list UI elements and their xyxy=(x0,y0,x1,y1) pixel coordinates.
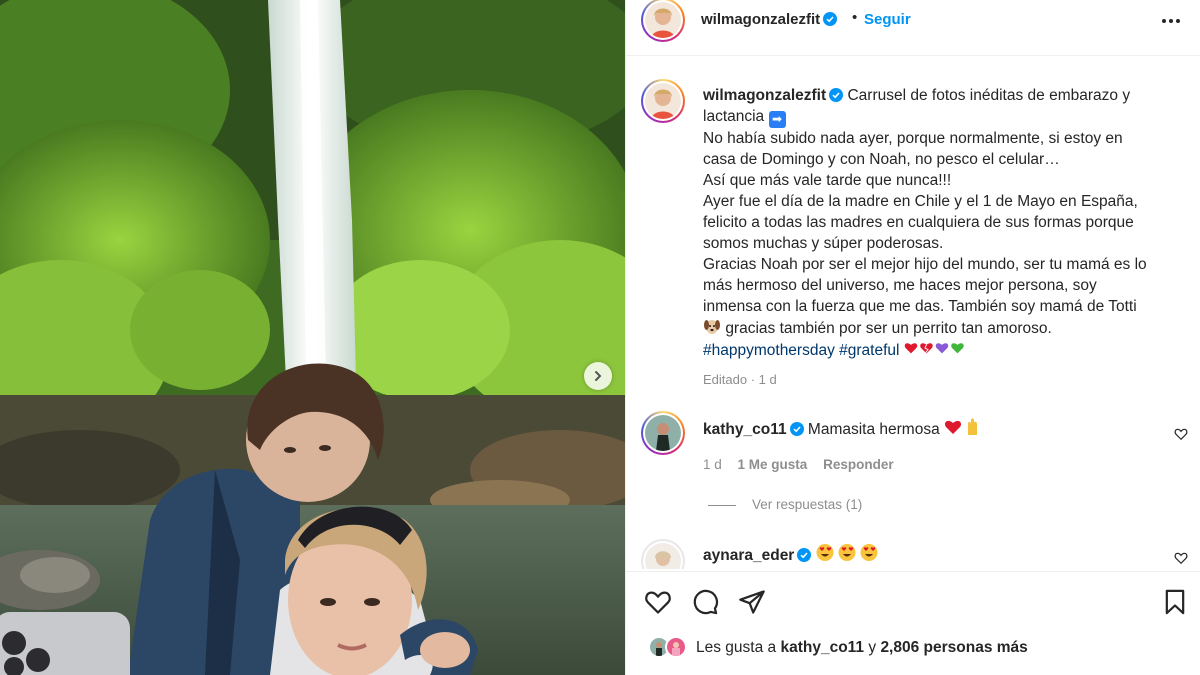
post-header: wilmagonzalezfit • Seguir xyxy=(626,0,1200,56)
avatar-image xyxy=(645,543,681,569)
next-photo-button[interactable] xyxy=(584,362,612,390)
caption-author-avatar[interactable] xyxy=(641,79,685,123)
dog-face-emoji-icon xyxy=(704,320,720,334)
comment-time: 1 d xyxy=(703,457,722,472)
next-arrow-icon xyxy=(595,371,602,381)
post-photo xyxy=(0,0,625,675)
comment-text: Mamasita hermosa xyxy=(807,421,940,438)
comment-reply-button[interactable]: Responder xyxy=(823,457,894,472)
likes-summary: Les gusta a kathy_co11 y 2,806 personas … xyxy=(696,639,1028,657)
right-arrow-emoji-icon: ➡ xyxy=(768,111,786,128)
verified-icon xyxy=(829,88,844,102)
heart-hands-emoji-icon xyxy=(944,418,978,435)
likes-others[interactable]: 2,806 personas más xyxy=(880,639,1027,656)
view-replies-label[interactable]: Ver respuestas (1) xyxy=(752,497,862,512)
author-avatar[interactable] xyxy=(641,0,685,42)
caption-line-6: gracias también por ser un perrito tan a… xyxy=(725,320,1052,337)
photo-illustration xyxy=(0,0,625,675)
hearts-emoji-icon xyxy=(904,343,964,354)
comment-body: aynara_eder xyxy=(703,543,880,565)
post-side-panel: wilmagonzalezfit • Seguir wilmagonzalezf… xyxy=(625,0,1200,675)
liked-by-avatars xyxy=(648,636,690,660)
post-caption: wilmagonzalezfit Carrusel de fotos inédi… xyxy=(703,85,1153,361)
follow-button[interactable]: Seguir xyxy=(864,11,911,28)
liker-avatar[interactable] xyxy=(665,636,687,658)
comment-avatar[interactable] xyxy=(641,411,685,455)
avatar-image xyxy=(645,83,681,119)
more-options-button[interactable] xyxy=(1160,10,1182,38)
comment-avatar[interactable] xyxy=(641,539,685,569)
caption-line-3: Así que más vale tarde que nunca!!! xyxy=(703,172,952,189)
verified-icon xyxy=(797,548,812,562)
comment-like-count[interactable]: 1 Me gusta xyxy=(738,457,808,472)
caption-line-4: Ayer fue el día de la madre en Chile y e… xyxy=(703,193,1138,252)
replies-divider xyxy=(708,504,736,506)
heart-icon[interactable] xyxy=(644,588,672,616)
avatar-image xyxy=(645,415,681,451)
comment-meta: 1 d 1 Me gusta Responder xyxy=(703,457,906,472)
comment-username[interactable]: kathy_co11 xyxy=(703,421,787,438)
comment-icon[interactable] xyxy=(691,588,719,616)
comment-like-heart-icon[interactable] xyxy=(1174,551,1188,565)
likes-conj: y xyxy=(868,639,877,656)
verified-icon xyxy=(823,12,838,26)
hashtag-happymothersday[interactable]: #happymothersday xyxy=(703,342,835,359)
more-icon xyxy=(1162,19,1180,23)
hashtag-grateful[interactable]: #grateful xyxy=(839,342,899,359)
share-icon[interactable] xyxy=(738,588,766,616)
author-username-text[interactable]: wilmagonzalezfit xyxy=(701,11,820,28)
comment-body: kathy_co11 Mamasita hermosa xyxy=(703,418,984,439)
header-separator: • xyxy=(852,9,858,26)
avatar-image xyxy=(672,642,680,656)
likes-user[interactable]: kathy_co11 xyxy=(780,639,864,656)
avatar-image xyxy=(645,2,681,38)
post-actions: Les gusta a kathy_co11 y 2,806 personas … xyxy=(626,571,1200,675)
caption-line-5: Gracias Noah por ser el mejor hijo del m… xyxy=(703,256,1147,315)
caption-username[interactable]: wilmagonzalezfit xyxy=(703,87,826,104)
bookmark-icon[interactable] xyxy=(1161,588,1189,616)
caption-line-2: No había subido nada ayer, porque normal… xyxy=(703,130,1123,168)
author-username[interactable]: wilmagonzalezfit xyxy=(701,11,838,28)
comment-username[interactable]: aynara_eder xyxy=(703,547,794,564)
view-replies-button[interactable]: Ver respuestas (1) xyxy=(708,497,862,512)
comment-like-heart-icon[interactable] xyxy=(1174,427,1188,441)
heart-eyes-emoji-icon xyxy=(816,544,878,561)
comments-section: wilmagonzalezfit Carrusel de fotos inédi… xyxy=(626,57,1200,569)
likes-prefix: Les gusta a xyxy=(696,639,777,656)
caption-edited-time: Editado · 1 d xyxy=(703,372,777,387)
verified-icon xyxy=(789,422,804,436)
